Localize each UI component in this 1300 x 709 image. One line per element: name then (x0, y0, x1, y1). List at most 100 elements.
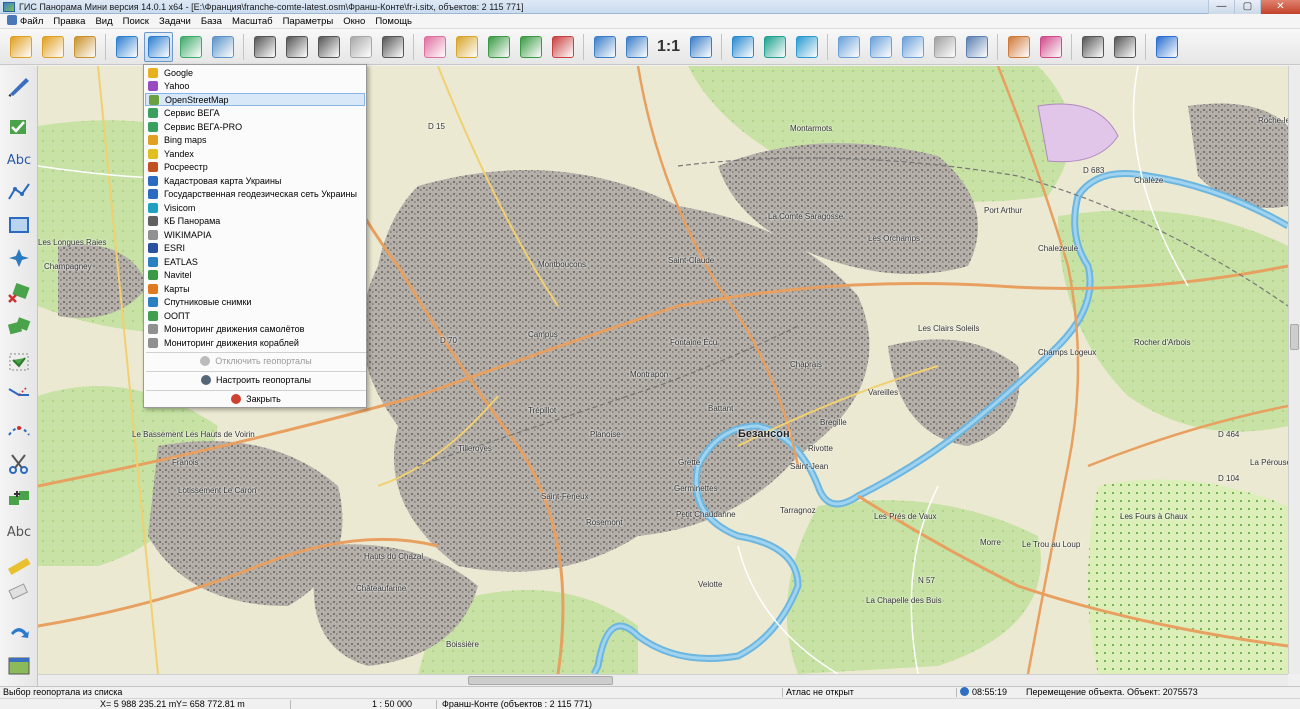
geoportal-item[interactable]: ESRI (145, 242, 365, 255)
menu-database[interactable]: База (196, 14, 227, 29)
geoportal-item[interactable]: Сервис ВЕГА (145, 107, 365, 120)
binoculars-button[interactable] (250, 32, 279, 62)
copy-object-tool[interactable] (4, 312, 34, 340)
transform-tool[interactable] (4, 244, 34, 272)
cut-tool[interactable] (4, 450, 34, 478)
geoportal-item[interactable]: Yandex (145, 147, 365, 160)
horizontal-scroll-thumb[interactable] (468, 676, 613, 685)
fit-window-icon (689, 35, 712, 58)
edit-object-tool[interactable] (4, 112, 34, 140)
dbm-button[interactable] (70, 32, 99, 62)
add-object-button[interactable] (484, 32, 513, 62)
undo-tool[interactable] (4, 618, 34, 646)
route-button[interactable] (1036, 32, 1065, 62)
delete-object-button[interactable] (548, 32, 577, 62)
geoportal-item[interactable]: Кадастровая карта Украины (145, 174, 365, 187)
help-button[interactable] (1152, 32, 1181, 62)
binoculars-area-button[interactable] (314, 32, 343, 62)
map-window-tool[interactable] (4, 652, 34, 680)
print-preview-button[interactable] (1110, 32, 1139, 62)
layers-button[interactable] (176, 32, 205, 62)
merge-object-tool[interactable] (4, 484, 34, 512)
maximize-button[interactable]: ▢ (1234, 0, 1260, 14)
close-dropdown-item[interactable]: Закрыть (145, 391, 367, 408)
cursor-button[interactable] (834, 32, 863, 62)
geoportal-item[interactable]: Росреестр (145, 161, 365, 174)
map-place-label: N 57 (918, 576, 935, 585)
geoportal-item[interactable]: Google (145, 66, 365, 79)
signature-tool[interactable]: Abc (4, 518, 34, 546)
geoportal-item[interactable]: OpenStreetMap (145, 93, 365, 106)
vertical-scroll-thumb[interactable] (1290, 324, 1299, 350)
print-button[interactable] (1078, 32, 1107, 62)
geoportal-item[interactable]: Navitel (145, 269, 365, 282)
geoportal-item[interactable]: EATLAS (145, 255, 365, 268)
configure-geoportals-item[interactable]: Настроить геопорталы (145, 372, 367, 389)
close-button[interactable]: ✕ (1260, 0, 1300, 14)
vertical-scrollbar[interactable] (1288, 66, 1300, 674)
geoportal-item[interactable]: ООПТ (145, 309, 365, 322)
select-object-tool[interactable] (4, 348, 34, 376)
eraser-icon (8, 583, 29, 600)
binoculars-disabled-button[interactable] (346, 32, 375, 62)
menu-file[interactable]: Файл (2, 14, 48, 29)
geoportal-button[interactable] (144, 31, 173, 62)
text-tool[interactable]: Abc (4, 146, 34, 174)
minimize-button[interactable]: — (1208, 0, 1234, 14)
zoom-out-button[interactable] (590, 32, 619, 62)
geoportal-item[interactable]: Карты (145, 282, 365, 295)
horizontal-scrollbar[interactable] (38, 674, 1288, 686)
geoportal-item[interactable]: Мониторинг движения самолётов (145, 323, 365, 336)
geoportal-item[interactable]: Сервис ВЕГА-PRO (145, 120, 365, 133)
list-button[interactable] (378, 32, 407, 62)
globe-cursor-button[interactable] (866, 32, 895, 62)
add-object-icon (487, 35, 510, 58)
geoportal-item-label: Мониторинг движения кораблей (164, 337, 299, 348)
flashlight-button[interactable] (452, 32, 481, 62)
geoportal-item[interactable]: WIKIMAPIA (145, 228, 365, 241)
select-object-button[interactable] (420, 32, 449, 62)
menu-tasks[interactable]: Задачи (154, 14, 196, 29)
menu-window[interactable]: Окно (338, 14, 370, 29)
binoculars-text-button[interactable] (282, 32, 311, 62)
form-text-button[interactable] (962, 32, 991, 62)
menu-edit[interactable]: Правка (48, 14, 90, 29)
arc-tool[interactable] (4, 416, 34, 444)
geoportal-item[interactable]: Yahoo (145, 80, 365, 93)
back-arrow-button[interactable] (792, 32, 821, 62)
geoportal-item[interactable]: Bing maps (145, 134, 365, 147)
menu-view[interactable]: Вид (90, 14, 117, 29)
edit-object-button[interactable] (516, 32, 545, 62)
eraser-tool[interactable] (4, 578, 34, 606)
geoportal-item[interactable]: Спутниковые снимки (145, 296, 365, 309)
menu-help[interactable]: Помощь (370, 14, 417, 29)
menu-search[interactable]: Поиск (118, 14, 154, 29)
display-window-button[interactable] (728, 32, 757, 62)
ruler-tool[interactable] (4, 552, 34, 580)
table-cursor-button[interactable] (898, 32, 927, 62)
polyline-tool[interactable] (4, 178, 34, 206)
geoportal-item[interactable]: Государственная геодезическая сеть Украи… (145, 188, 365, 201)
accept-button[interactable] (760, 32, 789, 62)
split-line-tool[interactable] (4, 380, 34, 408)
menu-parameters[interactable]: Параметры (278, 14, 339, 29)
map-window-icon (8, 657, 30, 675)
legend-button[interactable] (208, 32, 237, 62)
fit-window-button[interactable] (686, 32, 715, 62)
palette-button[interactable] (1004, 32, 1033, 62)
add-data-button[interactable] (38, 32, 67, 62)
delete-tool[interactable] (4, 278, 34, 306)
globe-button[interactable] (112, 32, 141, 62)
menu-scale[interactable]: Масштаб (227, 14, 278, 29)
draw-line-tool[interactable] (4, 72, 34, 100)
geoportal-item[interactable]: Мониторинг движения кораблей (145, 336, 365, 349)
scale-1-1-button[interactable]: 1:1 (654, 32, 683, 62)
zoom-in-button[interactable] (622, 32, 651, 62)
rectangle-tool[interactable] (4, 211, 34, 239)
open-map-button[interactable] (6, 32, 35, 62)
geoportal-item[interactable]: КБ Панорама (145, 215, 365, 228)
geoportal-item[interactable]: Visicom (145, 201, 365, 214)
toolbar-separator (105, 33, 106, 60)
dbm-cursor-button[interactable] (930, 32, 959, 62)
status-scale[interactable]: 1 : 50 000 (372, 699, 412, 709)
